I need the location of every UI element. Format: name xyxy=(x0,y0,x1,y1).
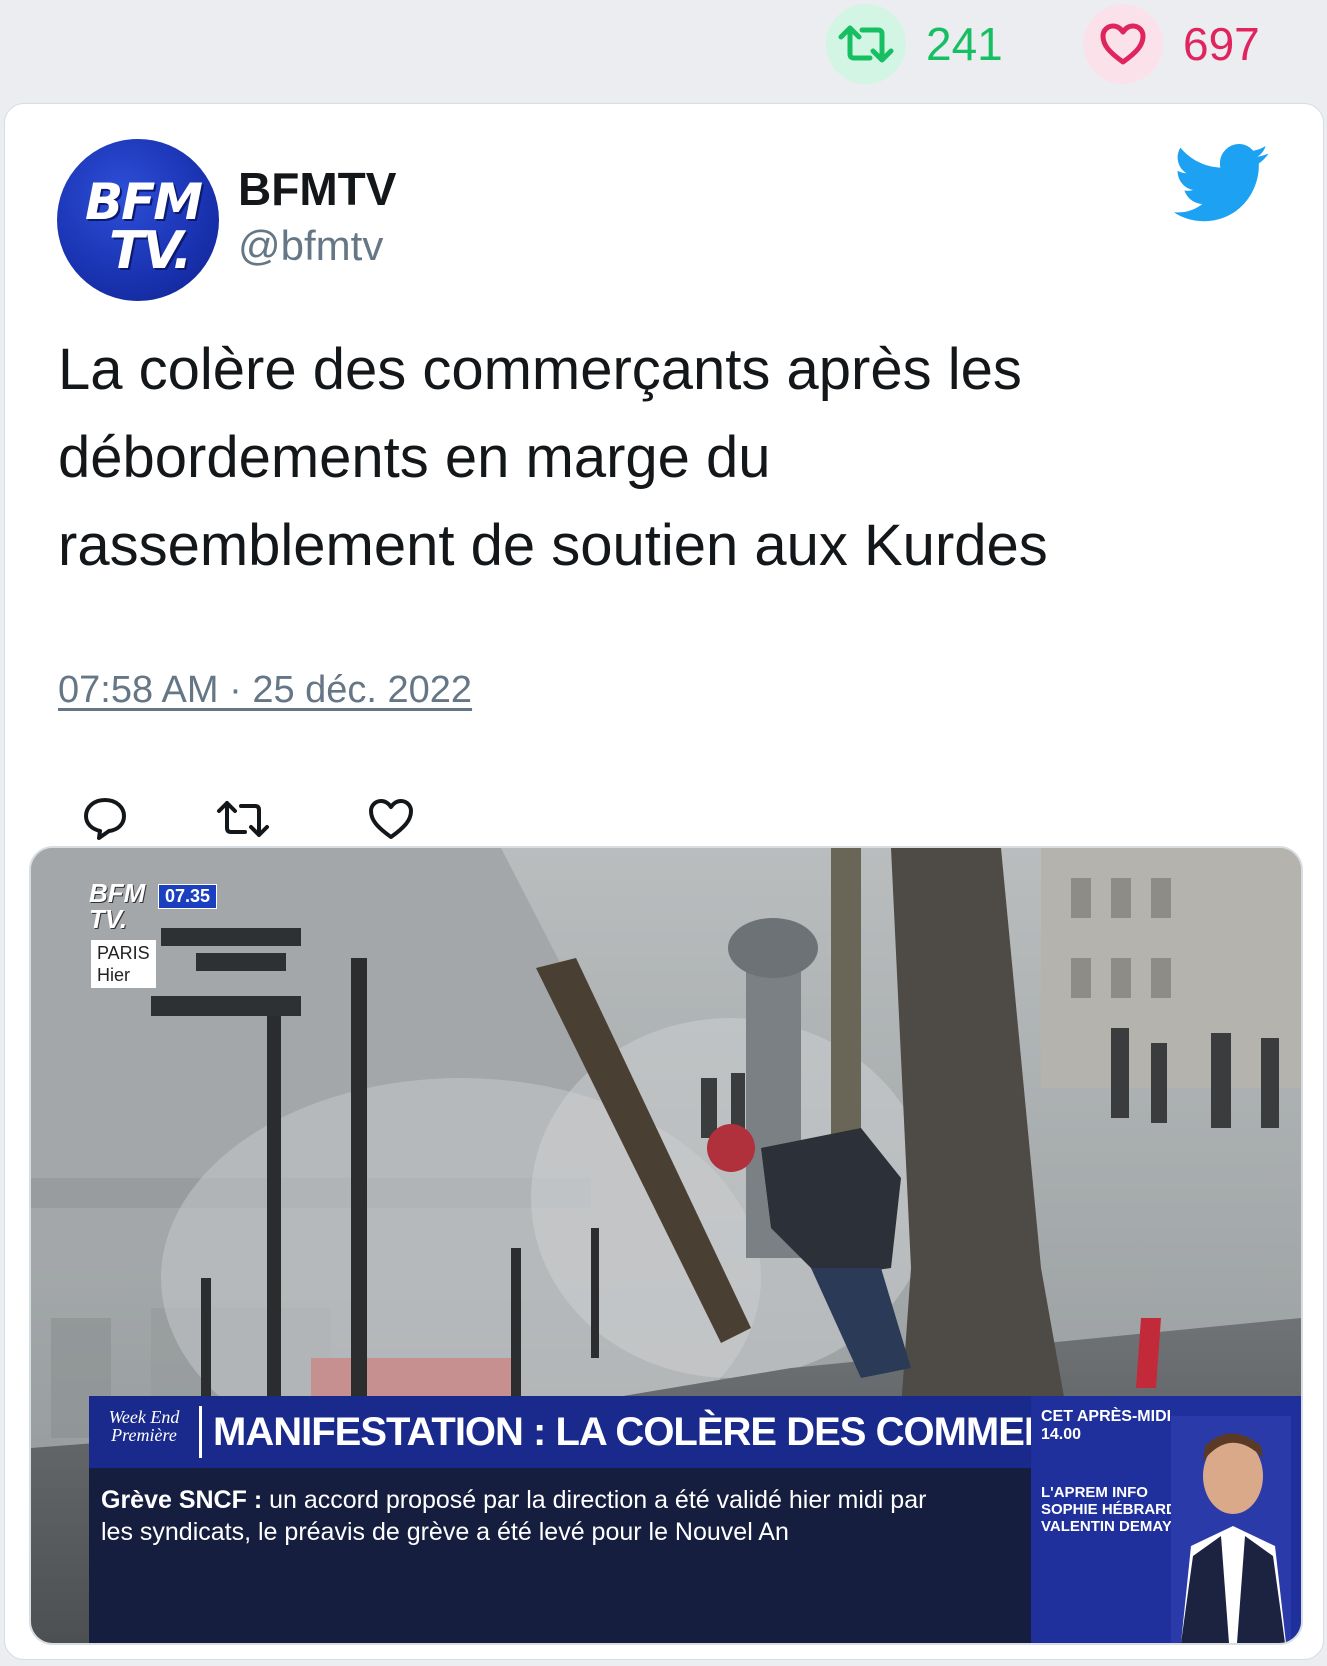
tweet-card[interactable]: BFM TV. BFMTV @bfmtv La colère des comme… xyxy=(4,103,1324,1660)
ticker-text1: un accord proposé par la direction a été… xyxy=(262,1486,927,1514)
promo-line5: VALENTIN DEMAY xyxy=(1041,1518,1172,1535)
location-tag: PARIS Hier xyxy=(91,940,156,988)
heart-icon[interactable] xyxy=(1083,4,1163,84)
show-logo: Week End Première xyxy=(93,1408,195,1444)
reply-button[interactable] xyxy=(75,789,135,849)
retweet-icon[interactable] xyxy=(826,4,906,84)
promo-line3: L'APREM INFO xyxy=(1041,1484,1148,1501)
tweet-text-line: rassemblement de soutien aux Kurdes xyxy=(58,513,1048,578)
promo-line2: 14.00 xyxy=(1041,1426,1082,1443)
broadcast-clock: 07.35 xyxy=(158,884,218,909)
news-headline-banner: Week End Première MANIFESTATION : LA COL… xyxy=(89,1396,1186,1468)
twitter-bird-icon[interactable] xyxy=(1173,144,1271,224)
display-name[interactable]: BFMTV xyxy=(238,162,396,216)
tweet-text-line: débordements en marge du xyxy=(58,425,771,490)
banner-divider xyxy=(199,1406,202,1458)
presenter-portrait xyxy=(1171,1416,1291,1643)
location-when: Hier xyxy=(97,965,131,985)
like-icon xyxy=(369,799,413,839)
show-logo-line2: Première xyxy=(111,1425,177,1445)
program-promo: CET APRÈS-MIDI 14.00 L'APREM INFO SOPHIE… xyxy=(1031,1396,1301,1643)
watermark-line1: BFM xyxy=(89,878,146,908)
avatar[interactable]: BFM TV. xyxy=(57,139,219,301)
promo-presenters: L'APREM INFO SOPHIE HÉBRARD VALENTIN DEM… xyxy=(1041,1484,1177,1535)
tweet-timestamp-link[interactable]: 07:58 AM · 25 déc. 2022 xyxy=(58,669,472,712)
promo-line1: CET APRÈS-MIDI xyxy=(1041,1408,1172,1425)
bfmtv-watermark-logo: BFM TV. xyxy=(89,880,145,932)
location-city: PARIS xyxy=(97,943,150,963)
promo-time: CET APRÈS-MIDI 14.00 xyxy=(1041,1408,1171,1444)
retweet-count: 241 xyxy=(926,18,1003,70)
reply-icon xyxy=(84,798,126,840)
like-button[interactable] xyxy=(361,789,421,849)
tweet-text: La colère des commerçants après les débo… xyxy=(58,326,1278,590)
tweet-media-image[interactable]: BFM TV. 07.35 PARIS Hier Week End Premiè… xyxy=(29,846,1303,1645)
ticker-label: Grève SNCF : xyxy=(101,1486,263,1514)
ticker-line2: les syndicats, le préavis de grève a été… xyxy=(101,1518,789,1546)
retweet-button[interactable] xyxy=(213,789,273,849)
news-ticker: Grève SNCF : un accord proposé par la di… xyxy=(89,1468,1139,1643)
like-count: 697 xyxy=(1183,18,1260,70)
engagement-stats: 241 697 xyxy=(0,0,1327,100)
ticker-line1: Grève SNCF : un accord proposé par la di… xyxy=(101,1486,926,1515)
retweet-icon xyxy=(217,801,269,837)
like-count-stat[interactable]: 697 xyxy=(1083,4,1260,84)
watermark-line2: TV. xyxy=(89,904,128,934)
show-logo-line1: Week End xyxy=(108,1407,180,1427)
promo-line4: SOPHIE HÉBRARD xyxy=(1041,1501,1177,1518)
avatar-logo-line2: TV. xyxy=(109,221,192,281)
user-handle[interactable]: @bfmtv xyxy=(238,222,383,270)
tweet-text-line: La colère des commerçants après les xyxy=(58,337,1022,402)
retweet-count-stat[interactable]: 241 xyxy=(826,4,1003,84)
